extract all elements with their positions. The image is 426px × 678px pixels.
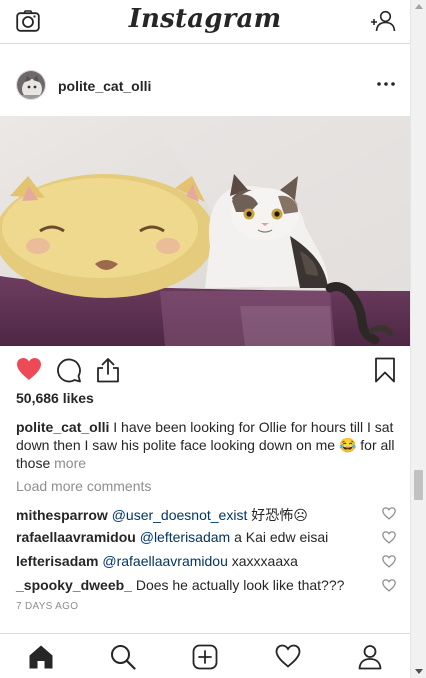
comment-mention[interactable]: @user_doesnot_exist (112, 507, 248, 523)
page-scrollbar[interactable] (410, 0, 426, 678)
comment-like-icon[interactable] (382, 531, 396, 549)
bottom-nav (0, 633, 410, 678)
comment-like-icon[interactable] (382, 579, 396, 597)
comment-like-icon[interactable] (382, 507, 396, 525)
search-icon[interactable] (110, 644, 136, 675)
new-post-icon[interactable] (192, 644, 218, 675)
comment-item: rafaellaavramidou @lefterisadam a Kai ed… (16, 529, 376, 545)
more-options-icon[interactable] (376, 74, 396, 99)
comment-username[interactable]: mithesparrow (16, 507, 108, 523)
comment-username[interactable]: _spooky_dweeb_ (16, 577, 132, 593)
caption-username[interactable]: polite_cat_olli (16, 419, 109, 435)
comment-text: xaxxxaaxa (227, 553, 298, 569)
share-icon[interactable] (96, 357, 120, 388)
caption-more-link[interactable]: more (54, 455, 86, 471)
post-caption: polite_cat_olli I have been looking for … (16, 418, 396, 472)
comment-item: _spooky_dweeb_ Does he actually look lik… (16, 577, 376, 593)
post-username[interactable]: polite_cat_olli (58, 78, 151, 94)
like-heart-icon[interactable] (16, 357, 42, 386)
activity-heart-icon[interactable] (275, 644, 301, 673)
comment-text: a Kai edw eisai (230, 529, 329, 545)
load-more-comments-link[interactable]: Load more comments (16, 478, 151, 494)
avatar[interactable] (16, 70, 46, 100)
comment-mention[interactable]: @rafaellaavramidou (102, 553, 228, 569)
instagram-app: Instagram polite_cat_olli 50,686 likes p… (0, 0, 410, 678)
scroll-up-arrow-icon[interactable] (415, 4, 423, 9)
instagram-logo[interactable]: Instagram (0, 4, 410, 34)
post-timestamp[interactable]: 7 DAYS AGO (16, 601, 78, 612)
top-bar: Instagram (0, 0, 410, 44)
home-icon[interactable] (28, 644, 54, 675)
scrollbar-thumb[interactable] (414, 470, 423, 500)
add-user-icon[interactable] (370, 10, 396, 37)
profile-icon[interactable] (357, 644, 383, 675)
comment-username[interactable]: lefterisadam (16, 553, 98, 569)
scroll-down-arrow-icon[interactable] (415, 669, 423, 674)
comment-like-icon[interactable] (382, 555, 396, 573)
comment-icon[interactable] (56, 357, 82, 388)
likes-count[interactable]: 50,686 likes (16, 390, 94, 406)
save-bookmark-icon[interactable] (374, 357, 396, 388)
post-header: polite_cat_olli (0, 64, 410, 106)
comment-mention[interactable]: @lefterisadam (140, 529, 230, 545)
comment-item: lefterisadam @rafaellaavramidou xaxxxaax… (16, 553, 376, 569)
post-actions (0, 355, 410, 387)
comment-username[interactable]: rafaellaavramidou (16, 529, 136, 545)
comment-item: mithesparrow @user_doesnot_exist 好恐怖☹ (16, 505, 376, 525)
post-photo[interactable] (0, 116, 410, 346)
comment-text: Does he actually look like that??? (131, 577, 345, 593)
comment-text: 好恐怖☹ (247, 507, 308, 523)
